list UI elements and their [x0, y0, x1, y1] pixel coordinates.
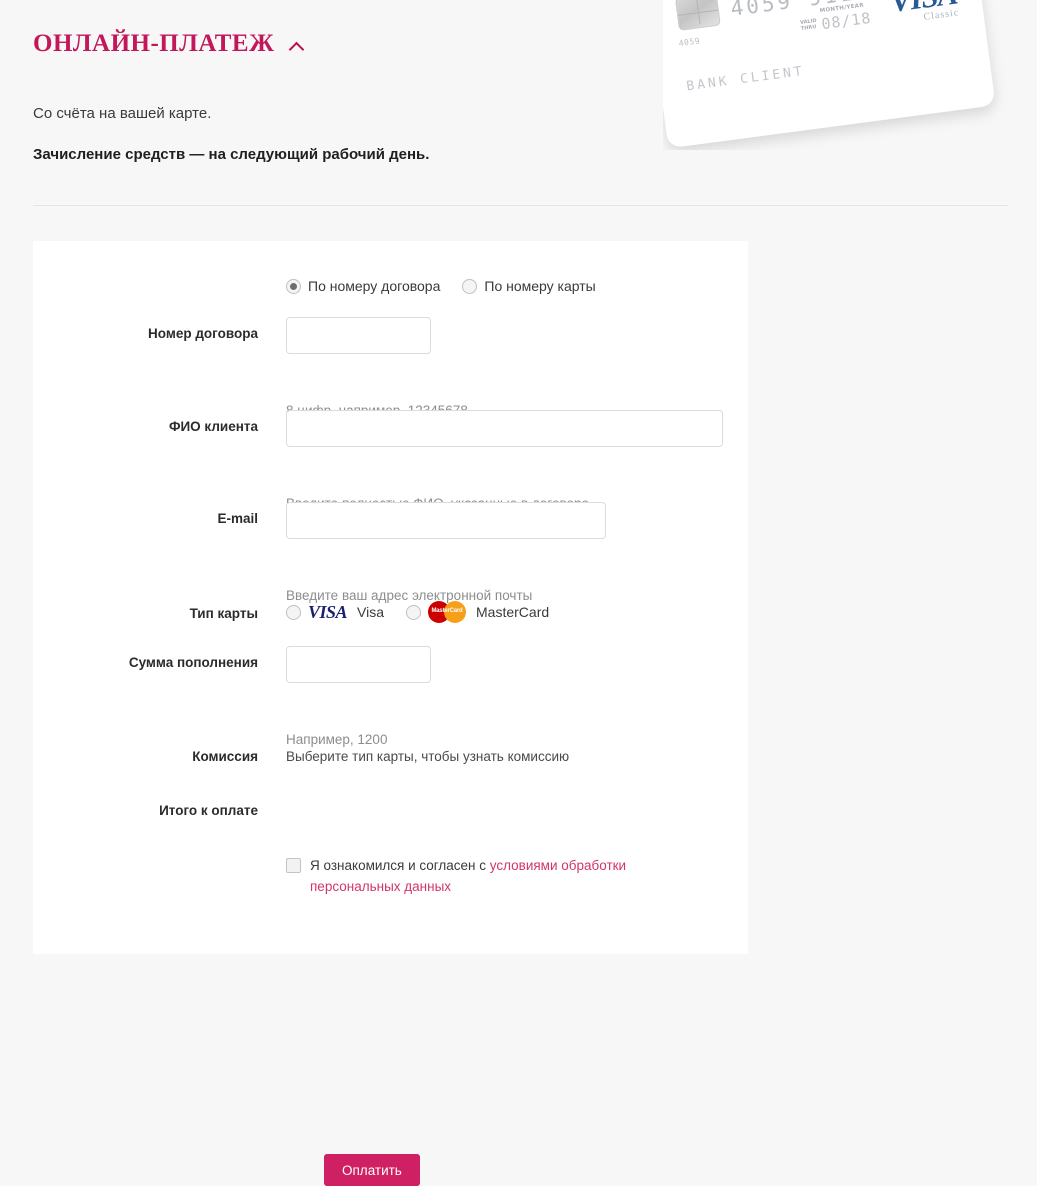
email-input[interactable]: [286, 502, 606, 539]
card-number-short: 4059: [678, 36, 701, 49]
card-month-year-label: MONTH/YEAR: [819, 2, 865, 15]
agreement-block[interactable]: Я ознакомился и согласен с условиями обр…: [286, 855, 686, 897]
radio-option-by-contract[interactable]: По номеру договора: [286, 278, 440, 294]
submit-payment-button[interactable]: Оплатить: [324, 1154, 420, 1186]
radio-icon-by-card[interactable]: [462, 278, 478, 294]
label-total: Итого к оплате: [159, 803, 258, 818]
radio-label-by-card: По номеру карты: [484, 278, 596, 294]
lead-text-timing: Зачисление средств — на следующий рабочи…: [33, 146, 430, 163]
radio-option-by-card[interactable]: По номеру карты: [462, 278, 596, 294]
fullname-input[interactable]: [286, 410, 723, 447]
card-holder-name: BANK CLIENT: [685, 63, 806, 95]
card-valid-thru-label: VALID THRU: [799, 17, 818, 32]
contract-number-input[interactable]: [286, 317, 431, 354]
label-email: E-mail: [217, 511, 258, 526]
card-type-radio-group[interactable]: VISA Visa MasterCard MasterCard: [286, 601, 549, 623]
header-divider: [33, 205, 1008, 206]
section-header[interactable]: ОНЛАЙН-ПЛАТЕЖ: [33, 30, 305, 58]
agreement-text: Я ознакомился и согласен с условиями обр…: [310, 855, 686, 897]
field-email: [286, 502, 606, 539]
label-commission: Комиссия: [192, 749, 258, 764]
radio-icon-visa[interactable]: [286, 604, 301, 620]
label-card-type: Тип карты: [189, 606, 258, 621]
card-visa-tier: Classic: [922, 7, 960, 23]
field-fullname: [286, 410, 723, 447]
radio-icon-by-contract[interactable]: [286, 278, 301, 294]
value-commission: Выберите тип карты, чтобы узнать комисси…: [286, 749, 570, 764]
label-contract-number: Номер договора: [148, 326, 258, 341]
payment-mode-radio-group[interactable]: По номеру договора По номеру карты: [286, 278, 596, 294]
field-amount: [286, 646, 431, 683]
radio-icon-mastercard[interactable]: [406, 604, 422, 620]
mastercard-mark-icon: MasterCard: [428, 601, 467, 623]
card-visa-wordmark: VISA: [888, 0, 959, 19]
chevron-up-icon[interactable]: [290, 39, 305, 54]
lead-text-source: Со счёта на вашей карте.: [33, 105, 212, 122]
page-title: ОНЛАЙН-ПЛАТЕЖ: [33, 30, 275, 57]
label-amount: Сумма пополнения: [128, 655, 258, 670]
radio-label-mastercard: MasterCard: [476, 604, 550, 620]
radio-option-mastercard[interactable]: MasterCard MasterCard: [406, 601, 549, 623]
agreement-text-prefix: Я ознакомился и согласен с: [310, 858, 490, 873]
radio-label-visa: Visa: [357, 604, 385, 620]
label-fullname: ФИО клиента: [168, 419, 258, 434]
amount-input[interactable]: [286, 646, 431, 683]
visa-logo: VISA Visa: [308, 602, 384, 623]
credit-card-face: 4059 9112 3456 7890 4059 VALID THRU MONT…: [663, 0, 1027, 149]
agreement-checkbox[interactable]: [286, 858, 301, 873]
mastercard-logo: MasterCard MasterCard: [428, 601, 549, 623]
card-expiry-value: 08/18: [820, 8, 873, 34]
card-visa-logo: VISA Classic: [888, 0, 960, 27]
field-contract-number: [286, 317, 431, 354]
card-number: 4059 9112 3456 7890: [729, 0, 1027, 21]
credit-card-illustration: 4059 9112 3456 7890 4059 VALID THRU MONT…: [663, 0, 1035, 150]
visa-wordmark: VISA: [308, 601, 348, 622]
card-chip-icon: [674, 0, 721, 31]
mastercard-mark-text: MasterCard: [431, 608, 463, 614]
radio-option-visa[interactable]: VISA Visa: [286, 602, 384, 623]
hint-amount: Например, 1200: [286, 732, 388, 747]
payment-form-panel: По номеру договора По номеру карты Номер…: [33, 241, 748, 1186]
radio-label-by-contract: По номеру договора: [308, 278, 441, 294]
